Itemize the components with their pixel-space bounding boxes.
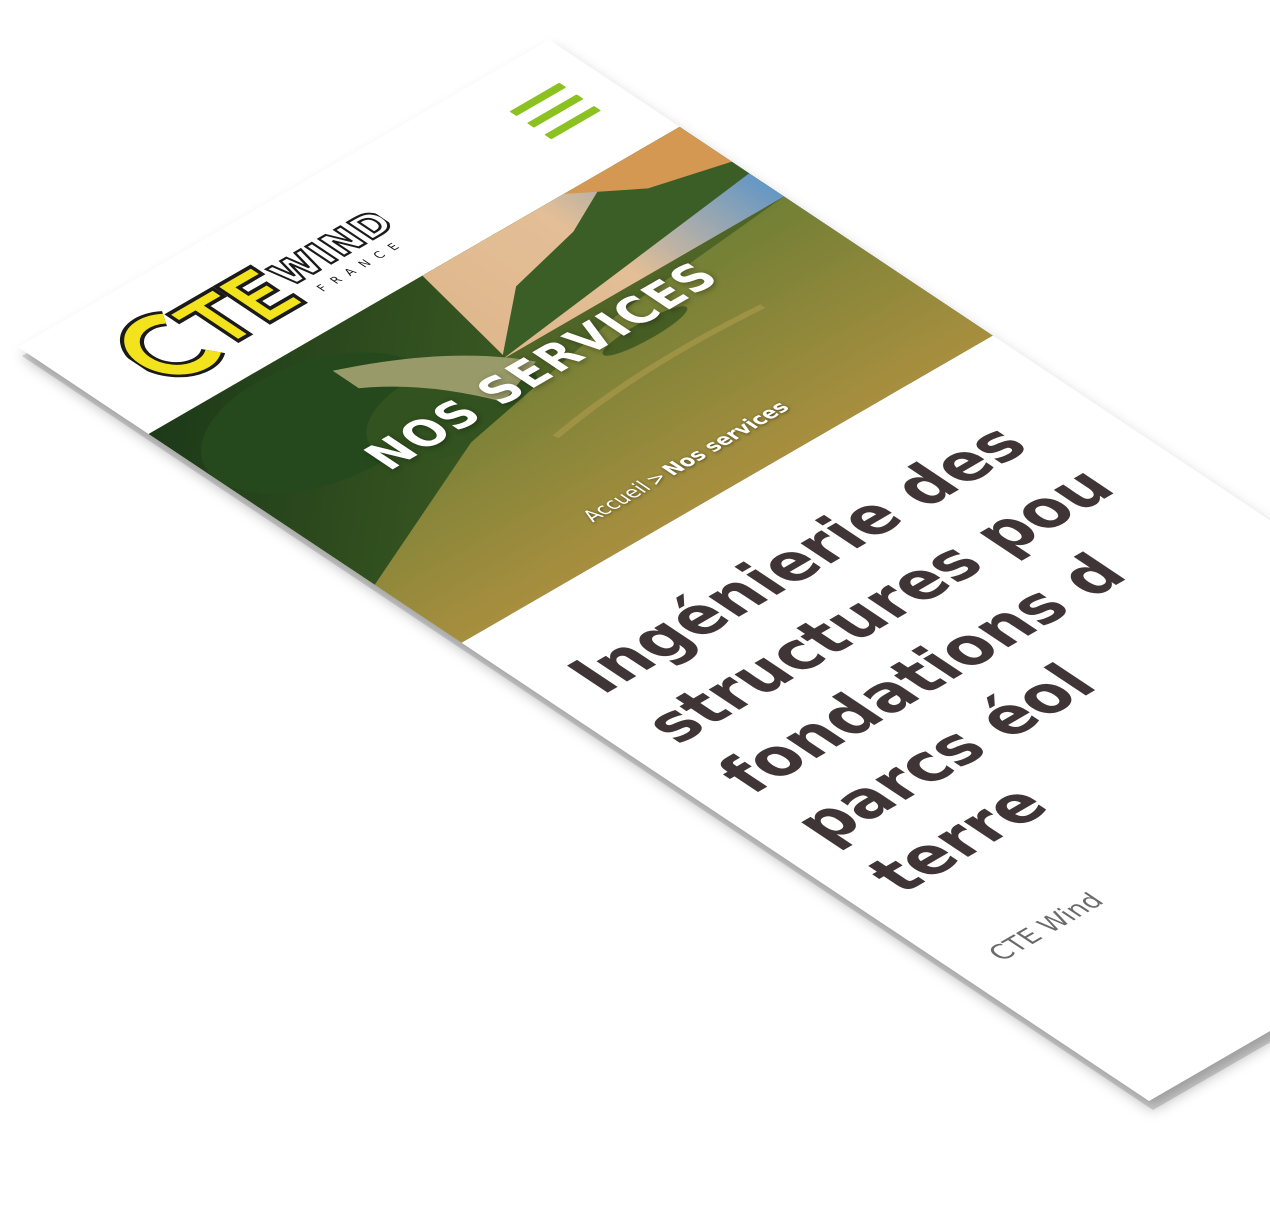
phone-screen: WIND FRANCE NOS SERVICES Accueil>Nos ser… <box>18 39 1270 1101</box>
screenshot-stage: WIND FRANCE NOS SERVICES Accueil>Nos ser… <box>0 0 1270 1210</box>
hamburger-menu-icon[interactable] <box>509 82 603 141</box>
